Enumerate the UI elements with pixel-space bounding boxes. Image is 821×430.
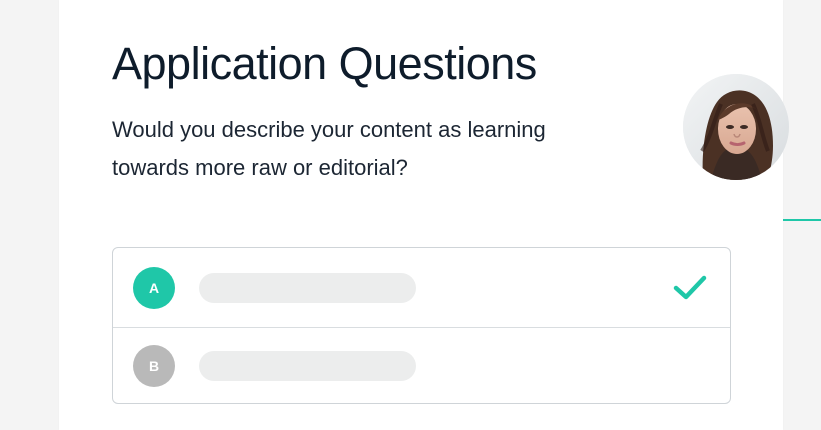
question-text: Would you describe your content as learn… [112,117,546,180]
answer-options: A B [112,247,731,404]
page-title: Application Questions [112,38,537,89]
check-icon [673,275,707,300]
option-b-badge: B [133,344,175,387]
user-avatar-photo-icon [683,74,789,180]
avatar [683,74,789,180]
option-b[interactable]: B [113,327,730,403]
option-b-placeholder [199,350,416,381]
option-a-badge: A [133,266,175,309]
accent-divider [783,219,821,221]
option-a[interactable]: A [113,248,730,327]
option-a-placeholder [199,272,416,303]
application-card: Application Questions Would you describe… [59,0,789,430]
